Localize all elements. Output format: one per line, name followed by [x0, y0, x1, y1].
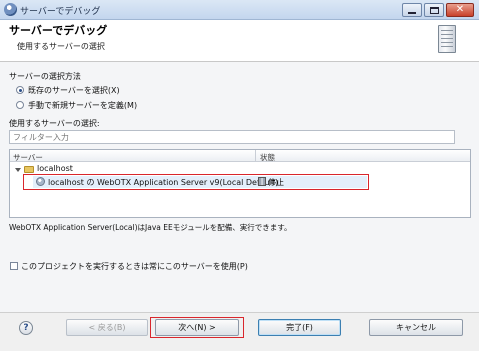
maximize-icon [429, 6, 439, 14]
always-use-checkbox[interactable] [10, 262, 18, 270]
back-button[interactable]: < 戻る(B) [66, 319, 148, 336]
cancel-button[interactable]: キャンセル [369, 319, 463, 336]
wizard-subtitle: 使用するサーバーの選択 [17, 42, 105, 51]
folder-icon [24, 166, 34, 173]
window-title: サーバーでデバッグ [20, 7, 101, 17]
existing-server-radio[interactable] [16, 86, 24, 94]
filter-input[interactable] [9, 130, 455, 144]
new-server-label[interactable]: 手動で新規サーバーを定義(M) [28, 100, 137, 111]
maximize-button[interactable] [424, 3, 444, 17]
server-select-label: 使用するサーバーの選択: [9, 119, 100, 128]
column-header-state[interactable]: 状態 [260, 152, 275, 163]
server-description: WebOTX Application Server(Local)はJava EE… [9, 223, 292, 232]
existing-server-label[interactable]: 既存のサーバーを選択(X) [28, 85, 120, 96]
help-icon[interactable]: ? [19, 321, 33, 335]
table-header [10, 150, 470, 162]
next-highlight-annotation [150, 317, 244, 338]
minimize-icon [408, 11, 416, 14]
always-use-label[interactable]: このプロジェクトを実行するときは常にこのサーバーを使用(P) [21, 261, 248, 272]
column-divider[interactable] [255, 150, 256, 162]
expand-arrow-icon[interactable] [15, 168, 21, 172]
row-highlight-annotation [23, 174, 369, 190]
minimize-button[interactable] [402, 3, 422, 17]
server-icon [438, 25, 456, 53]
selection-method-label: サーバーの選択方法 [9, 72, 81, 81]
tree-host-label[interactable]: localhost [37, 164, 73, 173]
wizard-title: サーバーでデバッグ [9, 24, 108, 37]
close-button[interactable]: ✕ [446, 3, 474, 17]
new-server-radio[interactable] [16, 101, 24, 109]
finish-button[interactable]: 完了(F) [258, 319, 341, 336]
column-header-server[interactable]: サーバー [13, 152, 43, 163]
eclipse-globe-icon [4, 3, 17, 16]
close-icon: ✕ [455, 4, 465, 15]
